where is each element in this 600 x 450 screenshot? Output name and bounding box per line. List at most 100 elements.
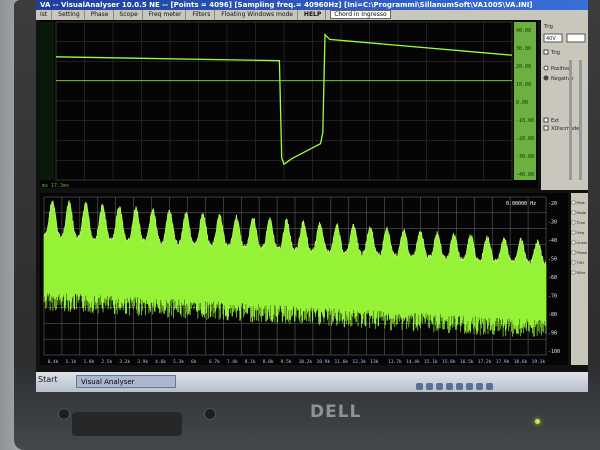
spectrum-x-tick: 6.7k [209, 359, 220, 365]
spectrum-option-checkbox[interactable] [571, 210, 576, 215]
menu-item-ist[interactable]: Ist [36, 10, 53, 20]
spectrum-x-tick: 13.7k [388, 359, 402, 365]
ext-checkbox[interactable] [543, 117, 549, 123]
tray-icon[interactable] [436, 383, 443, 390]
trig-option: Trig [550, 50, 560, 56]
spectrum-option-checkbox[interactable] [571, 200, 576, 205]
spectrum-x-tick: 1.8k [83, 359, 94, 365]
tray-icon[interactable] [416, 383, 423, 390]
taskbar-app-button[interactable]: Visual Analyser [76, 375, 176, 388]
spectrum-scale-label: -100 [548, 349, 560, 355]
menu-bar: Ist Setting Phase Scope Freq meter Filte… [36, 10, 588, 20]
spectrum-scale-label: -70 [548, 294, 557, 300]
scope-scale-label: -40.00 [516, 172, 534, 178]
spectrum-option-checkbox[interactable] [571, 260, 576, 265]
spectrum-option-checkbox[interactable] [571, 240, 576, 245]
spectrum-x-tick: 1.1k [66, 359, 77, 365]
scope-panel: 40.00 30.00 20.00 10.00 0.00 -10.00 -20.00 -30.… [40, 20, 538, 189]
scope-scale-label: 0.00 [516, 100, 528, 106]
spectrum-x-tick: 17.2k [478, 359, 492, 365]
menu-item-scope[interactable]: Scope [115, 10, 143, 20]
tray-icon[interactable] [426, 383, 433, 390]
spectrum-settings-panel: Peak Mode Time Freq Linear Phase THD Filter [571, 193, 588, 365]
menu-item-phase[interactable]: Phase [87, 10, 114, 20]
scope-scale-label: 20.00 [516, 64, 531, 70]
spectrum-panel: 0.00000 Hz -20 -30 -40 -50 -60 -70 -80 -90 -100 0.… [40, 193, 568, 365]
vertical-slider-track-2[interactable] [579, 60, 582, 180]
tray-icon[interactable] [476, 383, 483, 390]
spectrum-scale-label: -60 [548, 275, 557, 281]
spectrum-x-tick: 15.1k [424, 359, 438, 365]
scope-scale-label: -10.00 [516, 118, 534, 124]
spectrum-x-tick: 13k [370, 359, 378, 365]
window-title: VA -- VisualAnalyser 10.0.5 NE -- [Point… [40, 1, 533, 9]
spectrum-scale-label: -40 [548, 238, 557, 244]
menu-item-filters[interactable]: Filters [188, 10, 216, 20]
spectrum-scale-label: -80 [548, 312, 557, 318]
tray-icon[interactable] [446, 383, 453, 390]
spectrum-x-tick: 12.3k [352, 359, 366, 365]
spectrum-x-tick: 3.9k [137, 359, 148, 365]
spectrum-x-tick: 8.8k [263, 359, 274, 365]
spectrum-option-label: Freq [577, 231, 585, 235]
menu-item-floating[interactable]: Floating Windows mode [217, 10, 298, 20]
spectrum-scale-label: -20 [548, 201, 557, 207]
spectrum-x-tick: 3.2k [119, 359, 130, 365]
spectrum-option-checkbox[interactable] [571, 270, 576, 275]
spectrum-x-tick: 2.5k [101, 359, 112, 365]
spectrum-option-checkbox[interactable] [571, 230, 576, 235]
settings-field-value: 40V [546, 36, 556, 42]
spectrum-option-label: THD [576, 261, 585, 265]
settings-field-2[interactable] [566, 33, 586, 43]
scope-footer: ms 17.3ms [42, 183, 69, 188]
spectrum-option-label: Filter [577, 271, 586, 275]
positive-option: Positive [551, 66, 570, 72]
spectrum-plot: 0.00000 Hz -20 -30 -40 -50 -60 -70 -80 -90 -100 0.… [43, 196, 560, 365]
scope-scale-label: 30.00 [516, 46, 531, 52]
ext-option: Ext [551, 118, 559, 124]
spectrum-option-checkbox[interactable] [571, 220, 576, 225]
spectrum-option-label: Time [576, 221, 586, 225]
trig-checkbox[interactable] [543, 49, 549, 55]
spectrum-option-checkbox[interactable] [571, 250, 576, 255]
tray-icon[interactable] [456, 383, 463, 390]
tray-icon[interactable] [466, 383, 473, 390]
positive-radio[interactable] [543, 65, 549, 71]
input-select[interactable]: Chord in Ingresso [330, 10, 391, 19]
power-led [535, 419, 540, 424]
vertical-slider-track[interactable] [569, 60, 572, 180]
spectrum-option-label: Mode [577, 211, 587, 215]
scope-scale-label: 40.00 [516, 28, 531, 34]
spectrum-scale-label: -90 [548, 331, 557, 337]
settings-controls: Trig 40V Trig Positive Negative Ext XDis… [543, 24, 586, 180]
menu-item-setting[interactable]: Setting [54, 10, 85, 20]
dell-logo: DELL [310, 402, 362, 422]
scope-scale-label: -20.00 [516, 136, 534, 142]
system-tray [416, 375, 584, 390]
start-button[interactable]: Start [38, 375, 58, 384]
screw-hole [58, 408, 70, 420]
spectrum-x-tick: 19.3k [532, 359, 546, 365]
spectrum-x-tick: 7.4k [227, 359, 238, 365]
spectrum-scale-label: -30 [548, 220, 557, 226]
menu-item-help[interactable]: HELP [300, 10, 327, 20]
scope-scale-label: -30.00 [516, 154, 534, 160]
settings-header: Trig [543, 24, 553, 30]
negative-radio[interactable] [543, 75, 549, 81]
spectrum-x-tick: 18.6k [514, 359, 528, 365]
menu-item-freq-meter[interactable]: Freq meter [145, 10, 187, 20]
spectrum-x-tick: 16.5k [460, 359, 474, 365]
spectrum-option-label: Phase [577, 251, 587, 255]
spectrum-x-tick: 8.1k [245, 359, 256, 365]
laptop-latch [72, 412, 182, 436]
spectrum-x-tick: 10.2k [299, 359, 313, 365]
title-bar: VA -- VisualAnalyser 10.0.5 NE -- [Point… [36, 0, 588, 10]
scope-plot: 40.00 30.00 20.00 10.00 0.00 -10.00 -20.00 -30.… [40, 21, 536, 189]
spectrum-x-tick: 0.4k [48, 359, 59, 365]
tray-icon[interactable] [486, 383, 493, 390]
spectrum-x-tick: 6k [191, 359, 197, 365]
xdisc-checkbox[interactable] [543, 125, 549, 131]
xdisc-option: XDiscmode [551, 126, 579, 132]
scope-left-scale [40, 22, 54, 180]
spectrum-option-label: Linear [577, 241, 588, 245]
